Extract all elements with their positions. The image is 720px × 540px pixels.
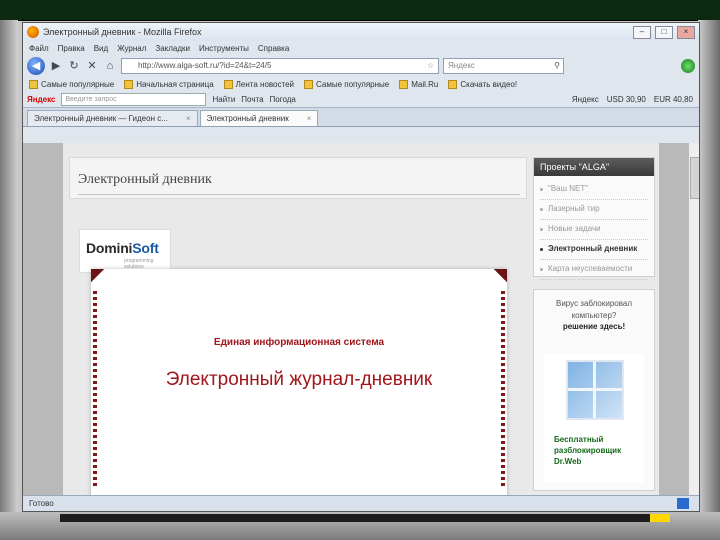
stop-icon[interactable]: ✕ xyxy=(85,59,99,73)
ornament-corner xyxy=(91,269,113,291)
bookmark-item[interactable]: Скачать видео! xyxy=(448,79,517,89)
sidebar-item-laser-range[interactable]: Лазерный тир xyxy=(540,200,648,220)
bookmark-icon xyxy=(124,79,134,89)
back-button[interactable]: ◀ xyxy=(27,57,45,75)
forward-icon[interactable]: ▶ xyxy=(49,59,63,73)
menu-history[interactable]: Журнал xyxy=(117,44,146,53)
eur-rate[interactable]: EUR 40,80 xyxy=(654,95,693,104)
status-bar: Готово xyxy=(23,495,699,511)
url-text: http://www.alga-soft.ru/?id=24&t=24/5 xyxy=(138,61,272,70)
close-button[interactable]: × xyxy=(677,25,695,39)
bookmark-icon xyxy=(448,79,458,89)
bookmark-item[interactable]: Начальная страница xyxy=(124,79,214,89)
rates-label: Яндекс xyxy=(571,94,599,104)
menu-edit[interactable]: Правка xyxy=(58,44,85,53)
window-title: Электронный дневник - Mozilla Firefox xyxy=(43,27,202,37)
yandex-weather-button[interactable]: Погода xyxy=(270,95,296,104)
firefox-icon xyxy=(27,26,39,38)
ad-image: Бесплатный разблокировщик Dr.Web xyxy=(544,354,644,482)
yandex-mail-button[interactable]: Почта xyxy=(241,95,263,104)
bookmark-item[interactable]: Самые популярные xyxy=(29,79,114,89)
menu-file[interactable]: Файл xyxy=(29,44,49,53)
slide-title: Электронный журнал-дневник xyxy=(165,369,433,390)
minimize-button[interactable]: – xyxy=(633,25,651,39)
close-tab-icon[interactable]: × xyxy=(307,114,312,123)
projects-list: "Ваш NET" Лазерный тир Новые задачи Элек… xyxy=(534,176,654,284)
sidebar: Проекты "ALGA" "Ваш NET" Лазерный тир Но… xyxy=(533,157,655,493)
usd-rate[interactable]: USD 30,90 xyxy=(607,95,646,104)
frame-bottom-bar xyxy=(60,514,660,522)
projects-menu-header: Проекты "ALGA" xyxy=(534,158,654,176)
slide-subtitle: Единая информационная система xyxy=(213,337,385,348)
maximize-button[interactable]: □ xyxy=(655,25,673,39)
window-icon xyxy=(566,360,624,420)
yandex-logo[interactable]: Яндекс xyxy=(27,95,55,104)
tab-diary[interactable]: Электронный дневник × xyxy=(199,110,319,126)
bookmark-icon xyxy=(304,79,313,89)
tab-strip: Электронный дневник — Гидеон с... × Элек… xyxy=(23,108,699,127)
bookmark-item[interactable]: Mail.Ru xyxy=(399,79,438,89)
sidebar-item-electronic-diary[interactable]: Электронный дневник xyxy=(540,240,648,260)
tab-label: Электронный дневник xyxy=(206,114,289,123)
tab-diary-gideon[interactable]: Электронный дневник — Гидеон с... × xyxy=(27,110,198,126)
ad-call-to-action[interactable]: решение здесь! xyxy=(534,322,654,331)
presentation-frame-right xyxy=(698,20,720,540)
ad-question: Вирус заблокировал компьютер? xyxy=(556,299,632,320)
heading-card: Электронный дневник xyxy=(69,157,527,199)
page-title: Электронный дневник xyxy=(78,172,212,187)
bookmark-icon xyxy=(399,79,409,89)
rss-icon xyxy=(223,79,233,89)
close-tab-icon[interactable]: × xyxy=(186,114,191,123)
presentation-slide: Единая информационная система Электронны… xyxy=(91,269,507,495)
main-content: Электронный дневник DominiSoft programmi… xyxy=(69,157,527,495)
sidebar-item-new-tasks[interactable]: Новые задачи xyxy=(540,220,648,240)
yandex-search-input[interactable]: Введите запрос xyxy=(61,92,207,106)
bookmarks-toolbar: Самые популярные Начальная страница Лент… xyxy=(23,77,699,91)
dominisoft-logo: DominiSoft programming solutions xyxy=(79,229,171,273)
search-placeholder: Яндекс xyxy=(448,61,475,70)
presentation-frame-left xyxy=(0,20,18,540)
menu-tools[interactable]: Инструменты xyxy=(199,44,249,53)
menu-bar: Файл Правка Вид Журнал Закладки Инструме… xyxy=(23,41,699,55)
menu-view[interactable]: Вид xyxy=(94,44,108,53)
scrollbar-thumb[interactable] xyxy=(690,157,699,199)
frame-bottom-accent xyxy=(650,514,670,522)
addon-icon[interactable] xyxy=(681,59,695,73)
yandex-toolbar: Яндекс Введите запрос Найти Почта Погода… xyxy=(23,91,699,108)
ornament-corner xyxy=(485,269,507,291)
address-bar[interactable]: http://www.alga-soft.ru/?id=24&t=24/5 ☆ xyxy=(121,58,439,74)
status-addon-icon[interactable] xyxy=(677,498,689,509)
bookmark-item[interactable]: Самые популярные xyxy=(304,79,389,89)
bookmark-icon xyxy=(29,79,38,89)
browser-window: Электронный дневник - Mozilla Firefox – … xyxy=(22,22,700,512)
projects-menu: Проекты "ALGA" "Ваш NET" Лазерный тир Но… xyxy=(533,157,655,280)
presentation-frame-bottom xyxy=(0,512,720,540)
status-text: Готово xyxy=(29,499,54,508)
ad-product-text: Бесплатный разблокировщик Dr.Web xyxy=(554,435,622,466)
reload-icon[interactable]: ↻ xyxy=(67,59,81,73)
bookmark-item[interactable]: Лента новостей xyxy=(223,79,294,89)
yandex-find-button[interactable]: Найти xyxy=(212,95,235,104)
sidebar-item-your-net[interactable]: "Ваш NET" xyxy=(540,180,648,200)
title-bar: Электронный дневник - Mozilla Firefox – … xyxy=(23,23,699,41)
page-viewport: Электронный дневник DominiSoft programmi… xyxy=(23,143,699,495)
bookmark-star-icon[interactable]: ☆ xyxy=(427,59,434,73)
menu-help[interactable]: Справка xyxy=(258,44,289,53)
currency-rates: Яндекс USD 30,90 EUR 40,80 xyxy=(572,95,699,104)
sidebar-item-failure-map[interactable]: Карта неуспеваемости xyxy=(540,260,648,280)
navigation-toolbar: ◀ ▶ ↻ ✕ ⌂ http://www.alga-soft.ru/?id=24… xyxy=(23,55,699,77)
home-icon[interactable]: ⌂ xyxy=(103,59,117,73)
presentation-frame-top xyxy=(0,0,720,21)
search-icon[interactable]: ⚲ xyxy=(554,59,560,73)
menu-bookmarks[interactable]: Закладки xyxy=(155,44,190,53)
heading-divider xyxy=(78,194,520,195)
drweb-ad[interactable]: Вирус заблокировал компьютер? решение зд… xyxy=(533,289,655,491)
search-input[interactable]: Яндекс ⚲ xyxy=(443,58,564,74)
vertical-scrollbar[interactable] xyxy=(688,143,699,495)
tab-label: Электронный дневник — Гидеон с... xyxy=(34,114,168,123)
